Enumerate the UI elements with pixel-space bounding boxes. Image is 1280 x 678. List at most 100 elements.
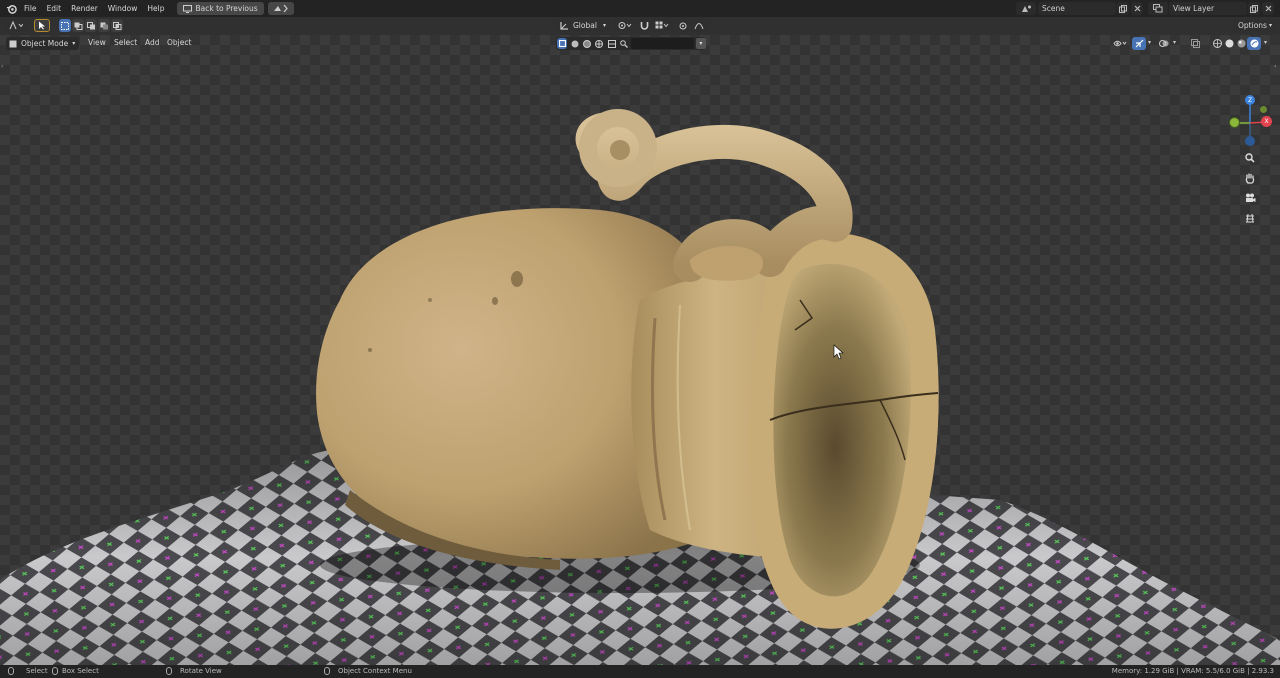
- grid-icon: [1246, 213, 1254, 223]
- filter-material-icon[interactable]: [582, 38, 592, 49]
- gizmo-toggle-button[interactable]: [1132, 37, 1146, 50]
- chevron-down-icon: ▾: [1268, 22, 1272, 29]
- pivot-point-dropdown[interactable]: [614, 19, 636, 32]
- options-label: Options: [1238, 21, 1267, 30]
- menu-view[interactable]: View: [88, 38, 106, 47]
- shading-wireframe-button[interactable]: [1211, 37, 1223, 50]
- transform-orientation-dropdown[interactable]: Global ▾: [557, 19, 609, 32]
- scene-name-field[interactable]: Scene: [1038, 2, 1116, 15]
- chevron-down-icon[interactable]: ▾: [1148, 39, 1151, 46]
- shading-rendered-button[interactable]: [1247, 37, 1261, 50]
- mouse-drag-icon: [52, 667, 58, 675]
- filter-texture-icon[interactable]: [594, 38, 604, 49]
- status-select: Select: [8, 667, 48, 675]
- gizmo-neg-y-axis[interactable]: [1260, 106, 1267, 113]
- chevron-down-icon: ▾: [602, 22, 606, 29]
- xray-icon: [1190, 39, 1200, 48]
- delete-view-layer-button[interactable]: [1262, 2, 1274, 15]
- selection-set-icon: [61, 21, 69, 30]
- screen-icon: [183, 4, 193, 13]
- view-layer-type-button[interactable]: [1148, 2, 1168, 15]
- gizmo-x-label: X: [1264, 118, 1269, 125]
- camera-view-button[interactable]: [1242, 190, 1258, 206]
- workspace-toggle-button[interactable]: [267, 2, 294, 15]
- status-bar: Select Box Select Rotate View Object Con…: [0, 665, 1280, 678]
- sidebar-expand-arrow[interactable]: ‹: [1274, 63, 1279, 71]
- mode-new-button[interactable]: [59, 19, 71, 32]
- pan-button[interactable]: [1242, 170, 1258, 186]
- menu-render[interactable]: Render: [66, 1, 103, 16]
- xray-toggle-button[interactable]: [1188, 37, 1202, 50]
- shading-material-button[interactable]: [1235, 37, 1247, 50]
- gizmo-x-axis[interactable]: X: [1261, 116, 1272, 127]
- new-view-layer-button[interactable]: [1248, 2, 1260, 15]
- gizmo-neg-z-axis[interactable]: [1245, 136, 1255, 146]
- status-memory-label: Memory: 1.29 GiB | VRAM: 5.5/6.0 GiB | 2…: [1111, 667, 1274, 675]
- filter-solid-icon[interactable]: [569, 38, 579, 49]
- delete-scene-button[interactable]: [1131, 2, 1143, 15]
- scene-type-button[interactable]: [1016, 2, 1036, 15]
- eye-icon: [1113, 40, 1127, 47]
- ortho-toggle-button[interactable]: [1242, 210, 1258, 226]
- material-sphere-icon: [1237, 39, 1245, 48]
- new-scene-button[interactable]: [1117, 2, 1129, 15]
- menu-help[interactable]: Help: [142, 1, 169, 16]
- mode-subtract-button[interactable]: [85, 19, 97, 32]
- chevron-down-icon[interactable]: ▾: [1173, 39, 1176, 46]
- solid-sphere-icon: [1225, 39, 1233, 48]
- filter-mesh-button[interactable]: [557, 38, 568, 49]
- mode-intersect-button[interactable]: [111, 19, 123, 32]
- search-icon[interactable]: [619, 38, 629, 49]
- status-rotate-view: Rotate View: [166, 667, 222, 675]
- copy-icon: [1250, 4, 1258, 13]
- zoom-icon: [1245, 153, 1255, 163]
- navigation-gizmo[interactable]: Z X Y: [1220, 90, 1280, 230]
- filter-search-input[interactable]: [631, 38, 694, 49]
- top-bar: File Edit Render Window Help Back to Pre…: [0, 0, 1280, 17]
- view-layer-name-field[interactable]: View Layer: [1169, 2, 1247, 15]
- toolbar-expand-arrow[interactable]: ›: [1, 63, 6, 71]
- visibility-button[interactable]: [1110, 37, 1130, 50]
- editor-type-button[interactable]: [5, 19, 27, 32]
- zoom-button[interactable]: [1242, 150, 1258, 166]
- status-select-label: Select: [26, 667, 48, 675]
- proportional-editing-button[interactable]: [677, 19, 689, 32]
- snap-toggle-button[interactable]: [638, 19, 650, 32]
- filter-world-icon[interactable]: [607, 38, 617, 49]
- filter-dropdown-button[interactable]: ▾: [695, 38, 707, 49]
- back-to-previous-button[interactable]: Back to Previous: [177, 2, 264, 15]
- hand-icon: [1245, 172, 1255, 184]
- menu-add[interactable]: Add: [145, 38, 160, 47]
- snap-target-dropdown[interactable]: [651, 19, 673, 32]
- menu-file[interactable]: File: [19, 1, 42, 16]
- pivot-icon: [618, 22, 632, 29]
- menu-window[interactable]: Window: [103, 1, 143, 16]
- blender-logo-icon[interactable]: [3, 1, 19, 16]
- 3d-viewport[interactable]: Z X Y › ‹: [0, 35, 1280, 665]
- square-icon: [558, 40, 566, 47]
- workspace-icon: [273, 4, 288, 13]
- menu-edit[interactable]: Edit: [42, 1, 67, 16]
- wireframe-icon: [1212, 39, 1222, 48]
- overlays-button[interactable]: [1157, 37, 1171, 50]
- orientation-icon: [560, 22, 568, 30]
- scene-icon: [1021, 5, 1031, 12]
- status-box-select: Box Select: [52, 667, 99, 675]
- options-dropdown[interactable]: Options ▾: [1233, 19, 1277, 32]
- chevron-down-icon[interactable]: ▾: [1264, 39, 1267, 46]
- snap-grid-icon: [655, 21, 669, 29]
- gizmo-y-axis[interactable]: Y: [1229, 117, 1240, 128]
- mode-invert-button[interactable]: [98, 19, 110, 32]
- select-tool-button[interactable]: [34, 19, 50, 32]
- object-mode-dropdown[interactable]: Object Mode ▾: [6, 37, 79, 50]
- mode-extend-button[interactable]: [72, 19, 84, 32]
- menu-select[interactable]: Select: [114, 38, 137, 47]
- magnet-icon: [640, 22, 648, 30]
- chevron-down-icon: ▾: [72, 40, 76, 47]
- falloff-dropdown[interactable]: [690, 19, 708, 32]
- menu-object[interactable]: Object: [167, 38, 191, 47]
- gizmo-z-axis[interactable]: Z: [1245, 95, 1255, 105]
- object-mode-label: Object Mode: [21, 39, 69, 48]
- shading-solid-button[interactable]: [1223, 37, 1235, 50]
- viewport-scene: [0, 109, 1280, 665]
